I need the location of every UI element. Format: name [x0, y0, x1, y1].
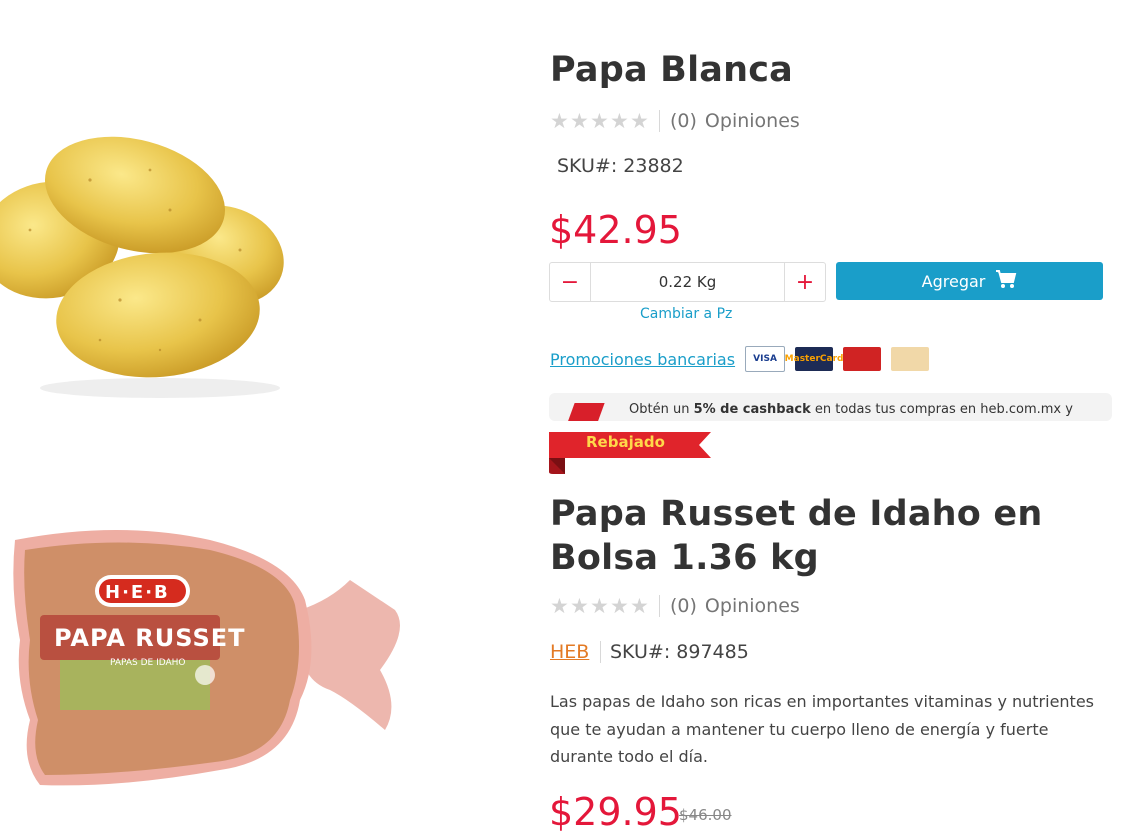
price: $42.95: [549, 208, 682, 252]
reviews-link[interactable]: Opiniones: [705, 110, 800, 132]
add-button-label: Agregar: [921, 271, 986, 291]
star-icon: ★: [630, 593, 649, 618]
package-sublabel: PAPAS DE IDAHO: [110, 658, 186, 668]
add-to-cart-button[interactable]: Agregar: [836, 262, 1103, 300]
cashback-banner[interactable]: Obtén un 5% de cashback en todas tus com…: [549, 393, 1112, 421]
sku-label: SKU#: 23882: [557, 155, 684, 177]
product-image-papa-blanca[interactable]: [0, 120, 300, 410]
sale-badge: Rebajado: [549, 428, 711, 474]
star-icon: ★: [550, 593, 569, 618]
divider: [659, 110, 660, 132]
star-icon: ★: [570, 108, 589, 133]
star-icon: ★: [590, 108, 609, 133]
product-description: Las papas de Idaho son ricas en importan…: [550, 692, 1095, 766]
decrease-quantity-button[interactable]: −: [550, 263, 590, 301]
divider: [600, 641, 601, 663]
change-unit-link[interactable]: Cambiar a Pz: [640, 306, 732, 322]
star-icon: ★: [590, 593, 609, 618]
sale-badge-label: Rebajado: [586, 433, 665, 451]
quantity-stepper: − 0.22 Kg +: [549, 262, 826, 302]
star-icon: ★: [610, 593, 629, 618]
old-price: $46.00: [679, 806, 732, 824]
cart-icon: [995, 269, 1017, 293]
rating-stars: ★ ★ ★ ★ ★: [550, 108, 649, 133]
tag-icon: [567, 403, 605, 421]
increase-quantity-button[interactable]: +: [785, 263, 825, 301]
reviews-count: (0): [670, 110, 697, 132]
divider: [659, 595, 660, 617]
package-logo: H·E·B: [105, 582, 170, 603]
product-image-papa-russet[interactable]: H·E·B PAPA RUSSET PAPAS DE IDAHO: [0, 520, 420, 810]
star-icon: ★: [570, 593, 589, 618]
bank-promotions: Promociones bancarias VISA MasterCard: [550, 346, 930, 372]
price: $29.95: [549, 790, 682, 834]
star-icon: ★: [610, 108, 629, 133]
bank-promotions-link[interactable]: Promociones bancarias: [550, 350, 735, 369]
reviews-count: (0): [670, 595, 697, 617]
package-label: PAPA RUSSET: [54, 624, 246, 652]
star-icon: ★: [550, 108, 569, 133]
bank-card-icon: [843, 347, 882, 371]
rating-row[interactable]: ★ ★ ★ ★ ★ (0) Opiniones: [550, 594, 800, 618]
sku-label: SKU#: 897485: [610, 641, 749, 663]
product-title: Papa Russet de Idaho en Bolsa 1.36 kg: [550, 494, 1043, 578]
mastercard-icon: MasterCard: [785, 347, 843, 371]
rating-row[interactable]: ★ ★ ★ ★ ★ (0) Opiniones: [550, 109, 800, 133]
product-title: Papa Blanca: [550, 50, 793, 90]
rating-stars: ★ ★ ★ ★ ★: [550, 593, 649, 618]
visa-card-icon: VISA: [745, 346, 786, 372]
reviews-link[interactable]: Opiniones: [705, 595, 800, 617]
cashback-text: Obtén un 5% de cashback en todas tus com…: [629, 402, 1073, 417]
quantity-input[interactable]: 0.22 Kg: [590, 263, 785, 301]
gold-card-icon: [891, 347, 930, 371]
star-icon: ★: [630, 108, 649, 133]
brand-link[interactable]: HEB: [550, 641, 589, 663]
